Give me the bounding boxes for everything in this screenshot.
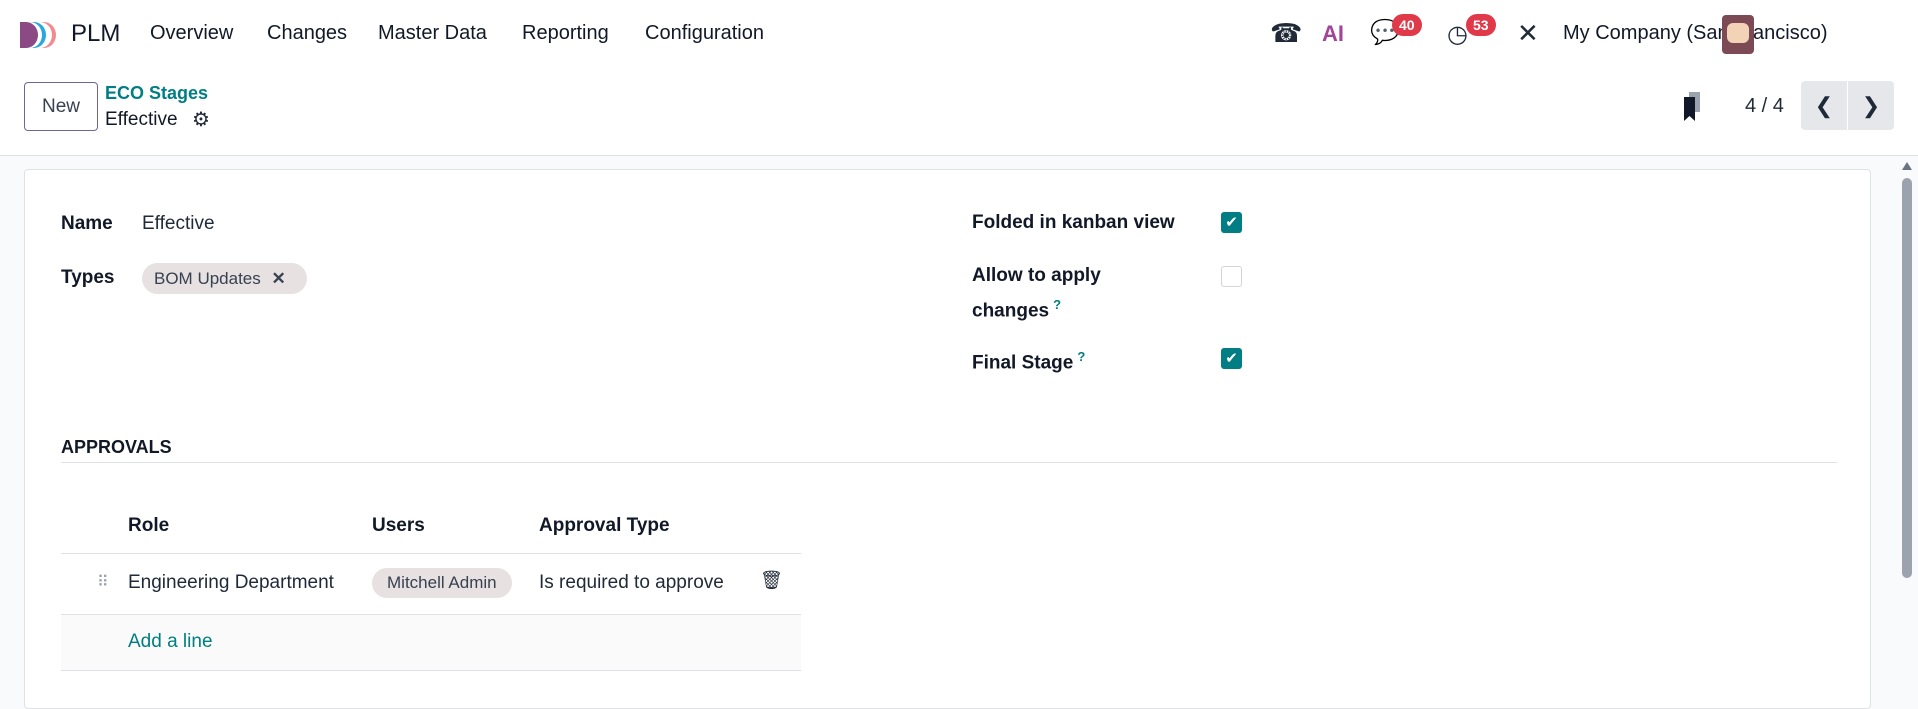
breadcrumb-eco-stages[interactable]: ECO Stages (105, 83, 208, 104)
type-tag: BOM Updates ✕ (142, 263, 307, 294)
col-role[interactable]: Role (128, 515, 169, 537)
final-stage-checkbox[interactable]: ✔ (1221, 348, 1242, 369)
plm-logo-icon[interactable] (20, 22, 60, 48)
add-line-link[interactable]: Add a line (128, 631, 213, 653)
tools-icon[interactable]: ✕ (1517, 18, 1539, 49)
next-record-button[interactable]: ❯ (1848, 81, 1894, 130)
approval-type-cell[interactable]: Is required to approve (539, 572, 724, 594)
allow-label-line1: Allow to apply (972, 265, 1101, 286)
menu-changes[interactable]: Changes (267, 22, 347, 45)
ai-icon[interactable]: AI (1322, 21, 1344, 47)
types-label: Types (61, 267, 115, 288)
table-row[interactable]: ⠿ Engineering Department Mitchell Admin … (61, 554, 801, 614)
help-icon[interactable]: ? (1053, 297, 1061, 312)
pager-value[interactable]: 4 / 4 (1745, 95, 1784, 118)
activity-clock-icon[interactable]: ◷ (1447, 20, 1468, 49)
add-line-row: Add a line (61, 615, 801, 670)
name-label: Name (61, 213, 113, 234)
folded-checkbox[interactable]: ✔ (1221, 212, 1242, 233)
gear-icon[interactable]: ⚙ (192, 107, 210, 132)
remove-tag-icon[interactable]: ✕ (272, 269, 286, 288)
allow-label-line2: changes? (972, 297, 1062, 322)
col-users[interactable]: Users (372, 515, 425, 537)
new-button[interactable]: New (24, 82, 98, 131)
approvals-heading: APPROVALS (61, 437, 172, 457)
name-field[interactable]: Effective (142, 213, 215, 235)
scroll-up-icon[interactable] (1902, 162, 1912, 170)
breadcrumb-current: Effective (105, 109, 178, 130)
top-navbar: PLM Overview Changes Master Data Reporti… (0, 0, 1918, 70)
pager-buttons: ❮ ❯ (1801, 81, 1894, 130)
user-avatar[interactable] (1722, 15, 1754, 54)
messages-badge: 40 (1392, 14, 1422, 36)
table-bottom-divider (61, 670, 801, 671)
menu-reporting[interactable]: Reporting (522, 22, 609, 45)
user-tag[interactable]: Mitchell Admin (372, 568, 512, 598)
control-panel: New ECO Stages Effective ⚙ 4 / 4 ❮ ❯ (0, 70, 1918, 156)
folded-label: Folded in kanban view (972, 212, 1175, 233)
help-icon[interactable]: ? (1077, 349, 1085, 364)
type-tag-label: BOM Updates (154, 269, 261, 288)
allow-apply-checkbox[interactable] (1221, 266, 1242, 287)
drag-handle-icon[interactable]: ⠿ (97, 572, 109, 592)
role-cell[interactable]: Engineering Department (128, 572, 334, 594)
trash-icon[interactable]: 🗑 (760, 570, 783, 591)
scrollbar[interactable] (1898, 156, 1916, 694)
bookmark-icon[interactable] (1682, 92, 1704, 122)
menu-configuration[interactable]: Configuration (645, 22, 764, 45)
final-stage-label: Final Stage? (972, 349, 1086, 374)
company-switcher[interactable]: My Company (San Francisco) (1563, 22, 1828, 45)
activities-badge: 53 (1466, 14, 1496, 36)
menu-master-data[interactable]: Master Data (378, 22, 487, 45)
scrollbar-thumb[interactable] (1902, 178, 1912, 578)
phone-icon[interactable]: ☎ (1270, 18, 1302, 49)
app-name[interactable]: PLM (71, 20, 120, 48)
col-approval-type[interactable]: Approval Type (539, 515, 670, 537)
section-divider (61, 462, 1837, 463)
menu-overview[interactable]: Overview (150, 22, 233, 45)
previous-record-button[interactable]: ❮ (1801, 81, 1848, 130)
